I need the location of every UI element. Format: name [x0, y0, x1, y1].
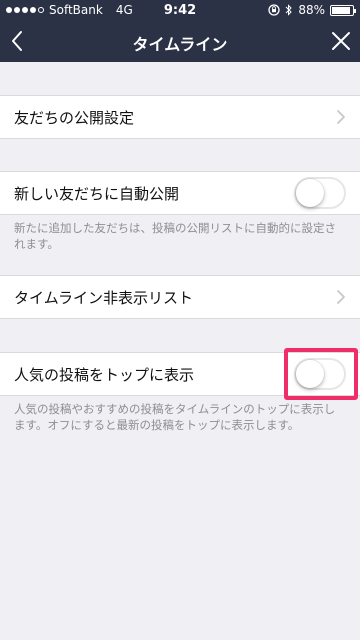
orientation-lock-icon: [268, 4, 280, 16]
chevron-right-icon: [337, 290, 345, 304]
status-bar: SoftBank 4G 9:42 88%: [0, 0, 360, 20]
friends-visibility-label: 友だちの公開設定: [14, 109, 135, 127]
navigation-bar: タイムライン: [0, 20, 360, 62]
auto-publish-row: 新しい友だちに自動公開: [0, 172, 360, 214]
battery-icon: [330, 4, 356, 16]
popular-top-label: 人気の投稿をトップに表示: [14, 366, 195, 384]
toggle-knob: [296, 179, 324, 207]
hidden-list-row[interactable]: タイムライン非表示リスト: [0, 276, 360, 318]
hidden-list-label: タイムライン非表示リスト: [14, 289, 193, 307]
highlight-box: [284, 348, 358, 400]
auto-publish-label: 新しい友だちに自動公開: [14, 185, 180, 203]
close-icon[interactable]: [330, 30, 352, 52]
popular-top-description: 人気の投稿やおすすめの投稿をタイムラインのトップに表示します。オフにすると最新の…: [14, 402, 336, 432]
chevron-right-icon: [337, 110, 345, 124]
status-right: 88%: [268, 3, 356, 17]
auto-publish-description: 新たに追加した友だちは、投稿の公開リストに自動的に設定されます。: [14, 221, 336, 251]
hidden-list-group: タイムライン非表示リスト: [0, 275, 360, 319]
friends-visibility-group: 友だちの公開設定: [0, 95, 360, 139]
auto-publish-group: 新しい友だちに自動公開: [0, 171, 360, 215]
page-title: タイムライン: [132, 35, 228, 54]
battery-percent: 88%: [298, 3, 325, 17]
bluetooth-icon: [285, 4, 293, 16]
auto-publish-toggle[interactable]: [294, 177, 346, 209]
friends-visibility-row[interactable]: 友だちの公開設定: [0, 96, 360, 138]
